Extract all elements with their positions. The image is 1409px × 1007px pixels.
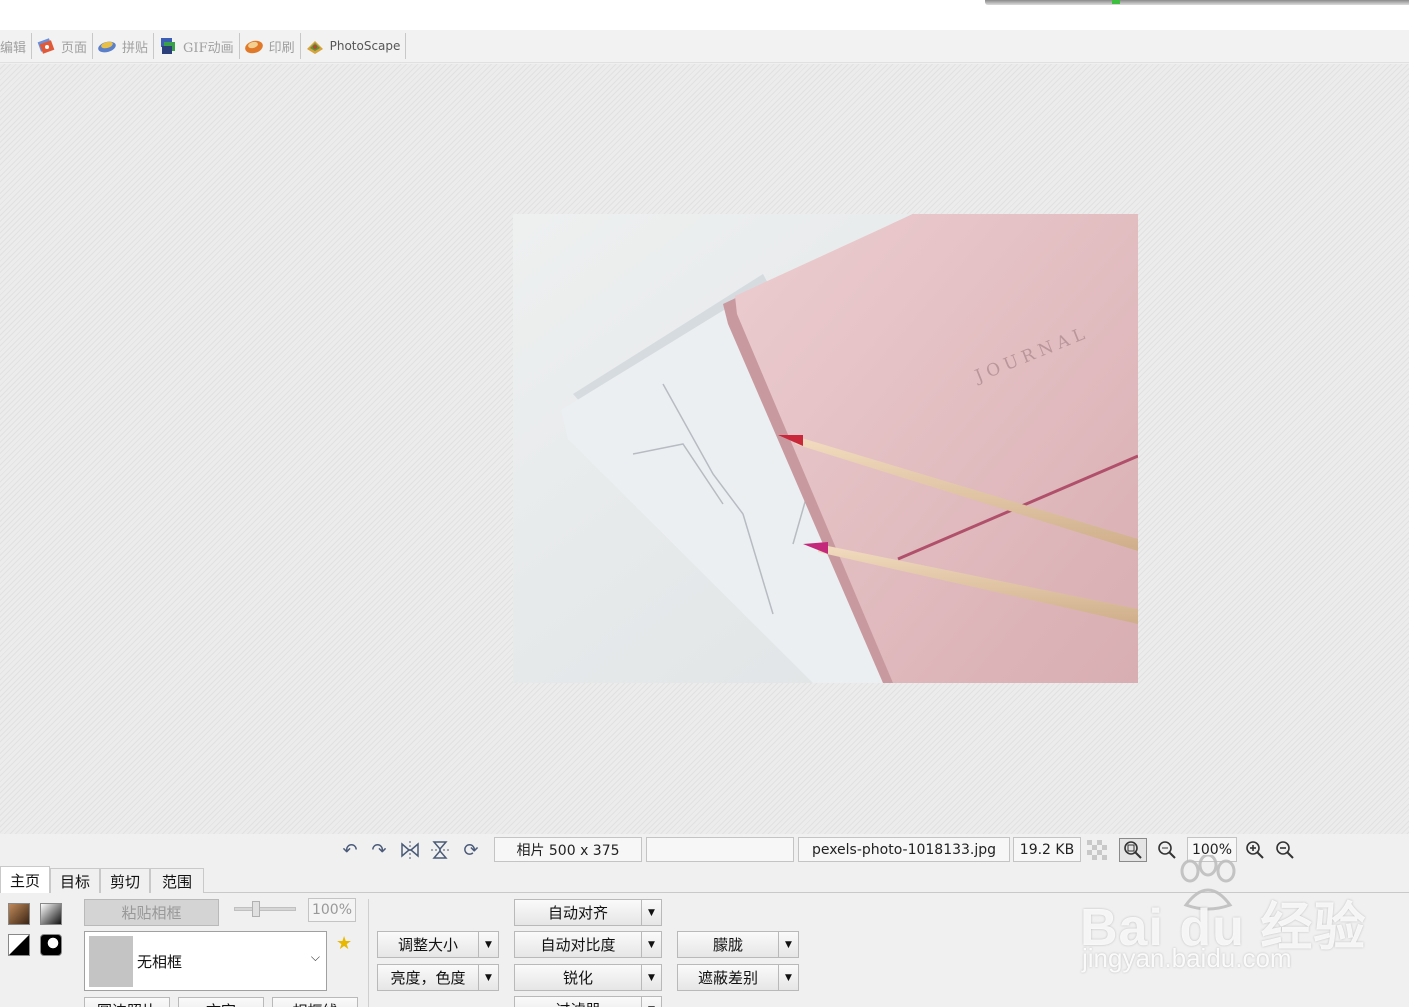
resize-label: 调整大小 (397, 936, 458, 954)
backlight-dropdown-icon[interactable]: ▼ (778, 965, 798, 990)
rotate-icon[interactable]: ⟳ (459, 838, 483, 862)
tab-crop[interactable]: 剪切 (100, 868, 150, 893)
undo-icon[interactable]: ↶ (338, 838, 362, 862)
filter-dropdown-icon[interactable]: ▼ (641, 997, 661, 1007)
frame-preview (89, 936, 133, 987)
photo-image: JOURNAL (513, 214, 1138, 683)
resize-button[interactable]: 调整大小 ▼ (377, 931, 499, 958)
sub-tab-bar: 主页 目标 剪切 范围 (0, 866, 1409, 893)
image-canvas[interactable]: JOURNAL (0, 64, 1409, 834)
image-dimensions: 相片 500 x 375 (494, 837, 642, 862)
bloom-dropdown-icon[interactable]: ▼ (778, 932, 798, 957)
frame-round-icon[interactable] (40, 934, 62, 956)
window-shadow (985, 0, 1409, 5)
zoom-level: 100% (1187, 837, 1237, 862)
title-bar (0, 0, 1409, 30)
file-size: 19.2 KB (1013, 837, 1081, 862)
tab-combine-label: 拼贴 (122, 40, 149, 56)
auto-level-dropdown-icon[interactable]: ▼ (641, 900, 661, 925)
filter-label: 过滤器 (515, 997, 641, 1007)
panel-divider (368, 899, 369, 1007)
control-panel: 粘贴相框 100% 无相框 ⌵ ★ 圆边照片 文字 相框线 调整大小 ▼ 亮度，… (0, 893, 1409, 1007)
tab-photoscape[interactable]: PhotoScape (301, 33, 407, 59)
tab-combine[interactable]: 拼贴 (93, 33, 155, 59)
tab-region[interactable]: 范围 (150, 868, 204, 893)
tab-photoscape-label: PhotoScape (329, 39, 401, 53)
status-empty-field (646, 837, 794, 862)
chevron-down-icon: ⌵ (310, 950, 320, 964)
tab-edit-label: 编辑 (0, 40, 27, 56)
frame-select[interactable]: 无相框 ⌵ (84, 931, 327, 991)
main-tab-bar: 编辑 页面 拼贴 GIF动画 印刷 PhotoScape (0, 30, 1409, 63)
opacity-slider-thumb[interactable] (252, 901, 260, 917)
rounded-photo-button[interactable]: 圆边照片 (84, 997, 170, 1007)
zoom-actual-icon[interactable] (1155, 838, 1179, 862)
tab-home[interactable]: 主页 (0, 866, 50, 893)
zoom-in-icon[interactable] (1243, 838, 1267, 862)
backlight-label: 遮蔽差别 (697, 969, 758, 987)
file-name: pexels-photo-1018133.jpg (798, 837, 1010, 862)
resize-dropdown-icon[interactable]: ▼ (478, 932, 498, 957)
redo-icon[interactable]: ↷ (367, 838, 391, 862)
sharpen-button[interactable]: 锐化 ▼ (514, 964, 662, 991)
status-bar: ↶ ↷ ⟳ 相片 500 x 375 pexels-photo-1018133.… (0, 834, 1409, 864)
print-icon (244, 37, 264, 55)
brightness-color-label: 亮度，色度 (390, 969, 466, 987)
auto-contrast-button[interactable]: 自动对比度 ▼ (514, 931, 662, 958)
flip-horizontal-icon[interactable] (398, 838, 422, 862)
opacity-value[interactable]: 100% (308, 898, 356, 922)
auto-level-button[interactable]: 自动对齐 ▼ (514, 899, 662, 926)
zoom-fit-icon[interactable] (1119, 838, 1147, 862)
tab-edit[interactable]: 编辑 (0, 33, 33, 59)
opacity-slider[interactable] (234, 901, 296, 917)
frame-color-icon[interactable] (8, 903, 30, 925)
brightness-dropdown-icon[interactable]: ▼ (478, 965, 498, 990)
zoom-out-icon[interactable] (1273, 838, 1297, 862)
text-label: 文字 (179, 998, 263, 1007)
paste-frame-label: 粘贴相框 (121, 904, 182, 922)
gif-animation-icon (158, 37, 178, 55)
sharpen-label: 锐化 (562, 969, 593, 987)
frame-bw-icon[interactable] (8, 934, 30, 956)
tab-gif[interactable]: GIF动画 (154, 33, 240, 59)
photoscape-icon (305, 37, 325, 55)
auto-level-label: 自动对齐 (547, 904, 608, 922)
tab-page[interactable]: 页面 (32, 33, 94, 59)
tab-gif-label: GIF动画 (183, 40, 234, 56)
favorite-star-icon[interactable]: ★ (336, 933, 352, 954)
brightness-color-button[interactable]: 亮度，色度 ▼ (377, 964, 499, 991)
transparency-checker-icon[interactable] (1085, 838, 1109, 862)
tab-object[interactable]: 目标 (50, 868, 100, 893)
page-icon (36, 37, 56, 55)
tab-print-label: 印刷 (268, 40, 295, 56)
tab-page-label: 页面 (61, 40, 88, 56)
rounded-photo-label: 圆边照片 (85, 998, 169, 1007)
sharpen-dropdown-icon[interactable]: ▼ (641, 965, 661, 990)
bloom-button[interactable]: 朦胧 ▼ (677, 931, 799, 958)
frame-line-label: 相框线 (273, 998, 357, 1007)
bloom-label: 朦胧 (712, 936, 743, 954)
backlight-button[interactable]: 遮蔽差别 ▼ (677, 964, 799, 991)
tab-print[interactable]: 印刷 (240, 33, 301, 59)
flip-vertical-icon[interactable] (428, 838, 452, 862)
text-button[interactable]: 文字 (178, 997, 264, 1007)
auto-contrast-label: 自动对比度 (540, 936, 616, 954)
combine-icon (97, 37, 117, 55)
app-window: 编辑 页面 拼贴 GIF动画 印刷 PhotoScape JOURNAL ↶ ↷… (0, 0, 1409, 1007)
filter-button[interactable]: 过滤器 ▼ (514, 996, 662, 1007)
frame-select-value: 无相框 (137, 953, 183, 971)
frame-gradient-icon[interactable] (40, 903, 62, 925)
auto-contrast-dropdown-icon[interactable]: ▼ (641, 932, 661, 957)
frame-line-button[interactable]: 相框线 (272, 997, 358, 1007)
paste-frame-button[interactable]: 粘贴相框 (84, 899, 219, 926)
